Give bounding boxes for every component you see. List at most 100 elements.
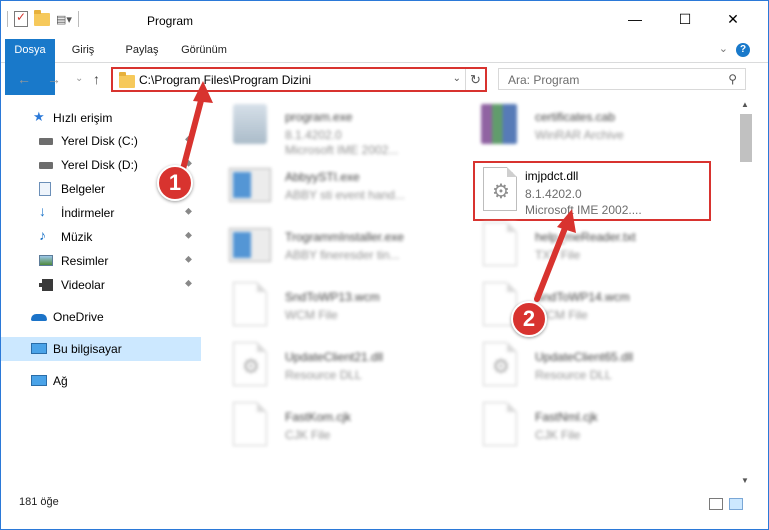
dll-file-icon: ⚙ <box>477 167 525 213</box>
file-item[interactable]: SndToWP13.wcm WCM File <box>227 280 467 336</box>
sidebar-item-network[interactable]: Ağ <box>1 369 201 393</box>
step-2-badge: 2 <box>511 301 547 337</box>
search-icon[interactable]: ⚲ <box>728 72 737 86</box>
maximize-button[interactable]: ☐ <box>675 9 695 29</box>
scroll-down-icon[interactable]: ▼ <box>741 476 749 485</box>
file-type: TXT File <box>535 248 581 262</box>
pin-icon[interactable]: ⬥ <box>185 278 192 289</box>
sidebar-item-label: OneDrive <box>53 310 104 324</box>
download-icon: ↓ <box>39 203 46 219</box>
file-item[interactable]: program.exe 8.1.4202.0 Microsoft IME 200… <box>227 100 467 157</box>
cloud-icon <box>31 314 47 321</box>
application-file-icon <box>227 222 275 268</box>
gear-icon: ⚙ <box>492 356 510 378</box>
gear-icon: ⚙ <box>492 181 510 203</box>
file-type: CJK File <box>285 428 331 442</box>
file-name: imjpdct.dll <box>525 169 579 183</box>
minimize-button[interactable]: — <box>625 9 645 29</box>
status-bar: 181 öğe <box>1 488 768 518</box>
pin-icon[interactable]: ⬥ <box>185 254 192 265</box>
sidebar-item-downloads[interactable]: ↓ İndirmeler ⬥ <box>1 201 201 225</box>
pin-icon[interactable]: ⬥ <box>185 158 192 169</box>
videos-icon <box>39 279 53 291</box>
pin-icon[interactable]: ⬥ <box>185 230 192 241</box>
dll-file-icon: ⚙ <box>227 342 275 388</box>
address-path[interactable]: C:\Program Files\Program Dizini <box>139 73 311 87</box>
pin-icon[interactable]: ⬥ <box>185 206 192 217</box>
file-item[interactable]: ⚙ UpdateClient65.dll Resource DLL <box>477 340 717 396</box>
file-item[interactable]: TrogrammInstaller.exe ABBY fineresder ti… <box>227 220 467 276</box>
exe-file-icon <box>227 102 275 148</box>
file-item-imjpdct-dll[interactable]: ⚙ imjpdct.dll 8.1.4202.0 Microsoft IME 2… <box>473 161 711 221</box>
generic-file-icon <box>227 402 275 448</box>
large-icons-view-icon[interactable] <box>729 498 743 510</box>
file-type: Resource DLL <box>285 368 362 382</box>
text-file-icon <box>477 222 525 268</box>
file-type: ABBY sti event hand... <box>285 188 405 202</box>
documents-icon <box>39 182 51 196</box>
tab-home[interactable]: Giriş <box>63 39 103 62</box>
ribbon-tabs: Dosya Giriş Paylaş Görünüm ⌄ ? <box>1 39 768 95</box>
scroll-up-icon[interactable]: ▲ <box>741 100 749 109</box>
file-name: TrogrammInstaller.exe <box>285 230 404 244</box>
pin-icon[interactable]: ⬥ <box>185 134 192 145</box>
chevron-down-icon[interactable]: ⌄ <box>719 42 728 55</box>
close-button[interactable]: ✕ <box>723 9 743 29</box>
file-type: ABBY fineresder tin... <box>285 248 400 262</box>
sidebar-item-label: Bu bilgisayar <box>53 342 122 356</box>
sidebar-item-local-disk-c[interactable]: Yerel Disk (C:) ⬥ <box>1 129 201 153</box>
details-view-icon[interactable] <box>709 498 723 510</box>
application-file-icon <box>227 162 275 208</box>
file-name: certificates.cab <box>535 110 616 124</box>
file-item[interactable]: certificates.cab WinRAR Archive <box>477 100 717 156</box>
file-item[interactable]: AbbyySTI.exe ABBY sti event hand... <box>227 160 467 216</box>
music-icon: ♪ <box>39 227 46 243</box>
navigation-pane: ★ Hızlı erişim Yerel Disk (C:) ⬥ Yerel D… <box>1 98 203 488</box>
sidebar-item-pictures[interactable]: Resimler ⬥ <box>1 249 201 273</box>
address-bar[interactable]: C:\Program Files\Program Dizini ⌄ ↻ <box>111 67 487 92</box>
back-button[interactable]: ← <box>17 71 31 87</box>
file-list: program.exe 8.1.4202.0 Microsoft IME 200… <box>205 98 737 476</box>
scrollbar-thumb[interactable] <box>740 114 752 162</box>
sidebar-item-videos[interactable]: Videolar ⬥ <box>1 273 201 297</box>
file-item[interactable]: FastNml.cjk CJK File <box>477 400 717 456</box>
properties-icon[interactable] <box>14 10 28 27</box>
file-name: SndToWP13.wcm <box>285 290 380 304</box>
window-title: Program <box>147 14 194 28</box>
file-name: FastNml.cjk <box>535 410 598 424</box>
up-button[interactable]: ↑ <box>93 71 100 87</box>
search-input[interactable]: Ara: Program <box>508 73 579 87</box>
search-box[interactable]: Ara: Program ⚲ <box>498 68 746 90</box>
refresh-button[interactable]: ↻ <box>465 69 485 90</box>
folder-icon <box>119 72 135 88</box>
file-version: 8.1.4202.0 <box>525 187 582 201</box>
title-bar: ▤▾ Program — ☐ ✕ <box>1 1 768 39</box>
sidebar-item-this-pc[interactable]: Bu bilgisayar <box>1 337 201 361</box>
sidebar-item-music[interactable]: ♪ Müzik ⬥ <box>1 225 201 249</box>
file-item[interactable]: help_meReader.txt TXT File <box>477 220 717 276</box>
recent-locations-button[interactable]: ⌄ <box>75 73 83 84</box>
computer-icon <box>31 343 47 354</box>
tab-share[interactable]: Paylaş <box>119 39 165 62</box>
forward-button[interactable]: → <box>47 71 61 87</box>
navigation-bar: ← → ⌄ ↑ C:\Program Files\Program Dizini … <box>1 64 768 96</box>
vertical-scrollbar[interactable]: ▲ ▼ <box>738 98 754 488</box>
dll-file-icon: ⚙ <box>477 342 525 388</box>
file-version: 8.1.4202.0 <box>285 128 342 142</box>
sidebar-item-label: Hızlı erişim <box>53 111 113 125</box>
sidebar-item-onedrive[interactable]: OneDrive <box>1 305 201 329</box>
toolbar-divider <box>7 11 8 27</box>
tab-view[interactable]: Görünüm <box>173 39 235 62</box>
file-item[interactable]: FastKom.cjk CJK File <box>227 400 467 456</box>
item-count: 181 öğe <box>19 496 59 508</box>
file-item[interactable]: ⚙ UpdateClient21.dll Resource DLL <box>227 340 467 396</box>
customize-toolbar-icon[interactable]: ▤▾ <box>56 13 72 26</box>
new-folder-icon[interactable] <box>34 9 50 26</box>
archive-file-icon <box>477 102 525 148</box>
address-dropdown-icon[interactable]: ⌄ <box>453 73 461 84</box>
step-1-badge: 1 <box>157 165 193 201</box>
sidebar-item-quick-access[interactable]: ★ Hızlı erişim <box>1 106 201 130</box>
help-icon[interactable]: ? <box>736 43 750 57</box>
sidebar-item-label: Resimler <box>61 254 109 268</box>
sidebar-item-label: İndirmeler <box>61 206 115 220</box>
